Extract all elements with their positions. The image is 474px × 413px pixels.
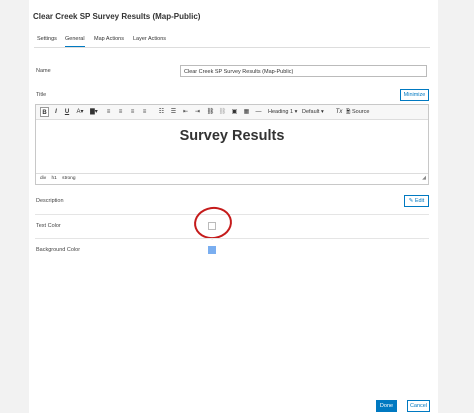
tab-bar: Settings General Map Actions Layer Actio… [34, 33, 430, 48]
path-div[interactable]: div [40, 176, 46, 181]
align-justify-icon[interactable]: ≡ [140, 107, 149, 117]
editor-content-area[interactable]: Survey Results [36, 119, 428, 174]
link-icon[interactable]: ⛓ [206, 107, 215, 117]
tab-map-actions[interactable]: Map Actions [94, 33, 124, 46]
text-color-label: Text Color [36, 223, 61, 229]
editor-element-path: div h1 strong ◢ [36, 173, 428, 184]
align-left-icon[interactable]: ≡ [104, 107, 113, 117]
background-color-label: Background Color [36, 247, 81, 253]
bold-button[interactable]: B [40, 107, 49, 117]
heading-select-value: Heading 1 [268, 109, 294, 115]
horizontal-rule-icon[interactable]: ― [254, 107, 263, 117]
source-label: Source [351, 109, 370, 115]
background-color-swatch[interactable] [208, 246, 216, 254]
tab-general[interactable]: General [65, 33, 85, 47]
description-label: Description [36, 198, 64, 204]
italic-button[interactable]: I [52, 107, 60, 117]
dialog-title: Clear Creek SP Survey Results (Map-Publi… [33, 12, 201, 21]
pencil-icon: ✎ [408, 198, 414, 204]
align-right-icon[interactable]: ≡ [128, 107, 137, 117]
clear-format-button[interactable]: Tx [334, 107, 344, 117]
tab-settings[interactable]: Settings [37, 33, 57, 46]
unlink-icon[interactable]: ⛓ [218, 107, 227, 117]
source-icon: 🗎 [346, 109, 351, 115]
path-h1[interactable]: h1 [51, 176, 56, 181]
numbered-list-icon[interactable]: ☰ [169, 107, 178, 117]
survey-results-heading: Survey Results [179, 128, 285, 144]
edit-button[interactable]: ✎ Edit [404, 195, 429, 207]
font-color-icon[interactable]: A▾ [74, 107, 86, 117]
font-select[interactable]: Default ▾ [302, 107, 330, 117]
align-center-icon[interactable]: ≡ [116, 107, 125, 117]
font-select-value: Default [302, 109, 320, 115]
underline-button[interactable]: U [63, 107, 71, 117]
tab-layer-actions[interactable]: Layer Actions [133, 33, 166, 46]
image-icon[interactable]: ▣ [230, 107, 239, 117]
background-color-icon[interactable]: ▇▾ [88, 107, 100, 117]
red-circle-annotation [191, 204, 235, 242]
indent-icon[interactable]: ⇥ [193, 107, 202, 117]
done-button[interactable]: Done [376, 400, 397, 412]
title-label: Title [36, 92, 47, 98]
edit-button-label: Edit [414, 198, 425, 204]
divider [35, 214, 429, 215]
name-input[interactable]: Clear Creek SP Survey Results (Map-Publi… [180, 65, 427, 77]
bulleted-list-icon[interactable]: ☷ [157, 107, 166, 117]
editor-toolbar: B I U A▾ ▇▾ ≡ ≡ ≡ ≡ ☷ ☰ ⇤ ⇥ ⛓ ⛓ ▣ ▦ ― He… [36, 105, 428, 120]
cancel-button[interactable]: Cancel [407, 400, 430, 412]
divider [35, 238, 429, 239]
path-strong[interactable]: strong [62, 176, 75, 181]
name-label: Name [36, 68, 51, 74]
widget-config-dialog: Clear Creek SP Survey Results (Map-Publi… [29, 0, 438, 413]
table-icon[interactable]: ▦ [242, 107, 251, 117]
title-rich-text-editor[interactable]: B I U A▾ ▇▾ ≡ ≡ ≡ ≡ ☷ ☰ ⇤ ⇥ ⛓ ⛓ ▣ ▦ ― He… [35, 104, 429, 185]
heading-select[interactable]: Heading 1 ▾ [268, 107, 298, 117]
minimize-button[interactable]: Minimize [400, 89, 429, 101]
source-button[interactable]: 🗎 Source [346, 107, 374, 117]
resize-handle-icon[interactable]: ◢ [422, 173, 426, 183]
outdent-icon[interactable]: ⇤ [181, 107, 190, 117]
